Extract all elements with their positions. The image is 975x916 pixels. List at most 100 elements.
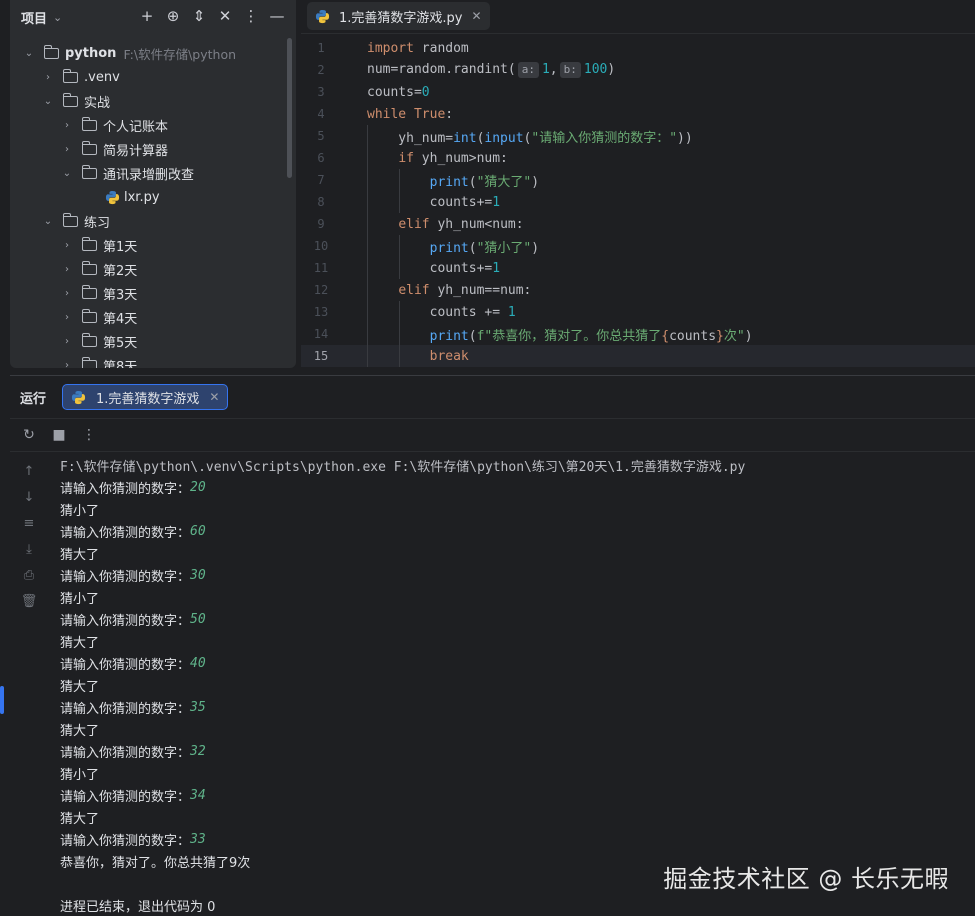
tree-item[interactable]: › 第2天 <box>10 257 296 281</box>
chevron-right-icon[interactable]: › <box>41 72 55 83</box>
chevron-right-icon[interactable]: › <box>60 312 74 323</box>
code-line: 13 counts += 1 <box>301 301 975 323</box>
tree-item[interactable]: › 第5天 <box>10 329 296 353</box>
console-line: 请输入你猜测的数字： 34 <box>60 784 975 806</box>
tree-item-label: lxr.py <box>124 189 160 205</box>
chevron-down-icon[interactable]: ⌄ <box>22 48 36 59</box>
project-tree: ⌄ python F:\软件存储\python › .venv ⌄ 实战 › 个人记账本 › 简易计… <box>10 41 296 368</box>
console-prompt: 请输入你猜测的数字： <box>60 833 191 849</box>
console-command: F:\软件存储\python\.venv\Scripts\python.exe … <box>60 459 746 475</box>
code-line: 12 elif yh_num==num: <box>301 279 975 301</box>
tree-scrollbar[interactable] <box>287 38 292 178</box>
watermark: 掘金技术社区 @ 长乐无暇 <box>663 865 949 893</box>
run-tab[interactable]: 1.完善猜数字游戏 ✕ <box>62 384 229 410</box>
tree-item-label: 第2天 <box>103 263 138 279</box>
trash-icon[interactable]: 🗑 <box>21 592 38 610</box>
chevron-down-icon[interactable]: ⌄ <box>60 168 74 179</box>
chevron-right-icon[interactable]: › <box>60 360 74 369</box>
tree-item[interactable]: › 个人记账本 <box>10 113 296 137</box>
run-title: 运行 <box>20 391 47 407</box>
tree-item[interactable]: › 第1天 <box>10 233 296 257</box>
console-line: 请输入你猜测的数字： 20 <box>60 476 975 498</box>
tree-item[interactable]: ⌄ 练习 <box>10 209 296 233</box>
console-line: 猜大了 <box>60 718 975 740</box>
scroll-to-end-icon[interactable]: ⤓ <box>21 540 37 558</box>
tree-item[interactable]: › .venv <box>10 65 296 89</box>
folder-icon <box>82 332 97 347</box>
tree-item-label: 第8天 <box>103 359 138 369</box>
project-title[interactable]: 项目 <box>21 8 47 27</box>
console-line: 请输入你猜测的数字： 30 <box>60 564 975 586</box>
locate-icon[interactable]: ⊕ <box>164 6 182 26</box>
python-file-icon <box>315 9 330 23</box>
scroll-down-icon[interactable]: ↓ <box>21 488 37 506</box>
chevron-right-icon[interactable]: › <box>60 264 74 275</box>
chevron-right-icon[interactable]: › <box>60 120 74 131</box>
folder-icon <box>63 212 78 227</box>
code-line: 14 print(f"恭喜你，猜对了。你总共猜了{counts}次") <box>301 323 975 345</box>
tree-item[interactable]: › 简易计算器 <box>10 137 296 161</box>
code-line: 7 print("猜大了") <box>301 169 975 191</box>
editor-tab-label: 1.完善猜数字游戏.py <box>339 10 463 26</box>
scroll-up-icon[interactable]: ↑ <box>21 462 37 480</box>
folder-icon <box>82 284 97 299</box>
console-output[interactable]: F:\软件存储\python\.venv\Scripts\python.exe … <box>60 454 975 916</box>
chevron-down-icon[interactable]: ⌄ <box>53 11 62 24</box>
tree-item[interactable]: ⌄ 通讯录增删改查 <box>10 161 296 185</box>
tree-item[interactable]: ⌄ 实战 <box>10 89 296 113</box>
console-result: 猜大了 <box>60 679 100 695</box>
print-icon[interactable]: ⎙ <box>21 566 37 584</box>
more-options-icon[interactable]: ⋮ <box>81 427 97 443</box>
tree-item[interactable]: › 第8天 <box>10 353 296 368</box>
run-tab-label: 1.完善猜数字游戏 <box>96 391 200 407</box>
chevron-right-icon[interactable]: › <box>60 144 74 155</box>
stop-icon[interactable]: ■ <box>51 427 67 443</box>
folder-icon <box>44 44 59 59</box>
more-options-icon[interactable]: ⋮ <box>242 6 260 26</box>
code-line: 5 yh_num=int(input("请输入你猜测的数字：")) <box>301 125 975 147</box>
collapse-all-icon[interactable]: ✕ <box>216 6 234 26</box>
console-result: 猜小了 <box>60 591 100 607</box>
run-panel: 运行 1.完善猜数字游戏 ✕ ↻ ■ ⋮ ↑ ↓ ≡ ⤓ ⎙ 🗑 F:\软件存储… <box>10 375 975 916</box>
expand-all-icon[interactable]: ⇕ <box>190 6 208 26</box>
project-panel: 项目 ⌄ + ⊕ ⇕ ✕ ⋮ — ⌄ python F:\软件存储\python ›.… <box>10 0 296 368</box>
console-user-input: 32 <box>190 743 206 759</box>
console-line: 猜大了 <box>60 630 975 652</box>
left-edge-indicator <box>0 686 4 714</box>
tree-item-label: 个人记账本 <box>103 119 169 135</box>
folder-icon <box>82 164 97 179</box>
tree-item-label: 第1天 <box>103 239 138 255</box>
close-icon[interactable]: ✕ <box>471 9 481 23</box>
console-user-input: 30 <box>190 567 206 583</box>
chevron-down-icon[interactable]: ⌄ <box>41 96 55 107</box>
minimize-icon[interactable]: — <box>268 6 286 26</box>
tree-item[interactable]: › 第4天 <box>10 305 296 329</box>
console-prompt: 请输入你猜测的数字： <box>60 657 191 673</box>
rerun-icon[interactable]: ↻ <box>21 427 37 443</box>
folder-icon <box>63 68 78 83</box>
console-user-input: 34 <box>190 787 206 803</box>
code-line: 10 print("猜小了") <box>301 235 975 257</box>
tree-item[interactable]: › 第3天 <box>10 281 296 305</box>
tree-item[interactable]: lxr.py <box>10 185 296 209</box>
tree-item-label: 简易计算器 <box>103 143 169 159</box>
chevron-right-icon[interactable]: › <box>60 240 74 251</box>
console-user-input: 40 <box>190 655 206 671</box>
tree-item[interactable]: ⌄ python F:\软件存储\python <box>10 41 296 65</box>
editor-tab[interactable]: 1.完善猜数字游戏.py ✕ <box>307 2 490 30</box>
console-prompt: 请输入你猜测的数字： <box>60 525 191 541</box>
run-toolbar: ↻ ■ ⋮ <box>10 418 975 452</box>
console-prompt: 请输入你猜测的数字： <box>60 569 191 585</box>
console-line: 请输入你猜测的数字： 32 <box>60 740 975 762</box>
code-area[interactable]: 1 import random 2 num=random.randint(a: 1, b… <box>301 37 975 367</box>
chevron-right-icon[interactable]: › <box>60 336 74 347</box>
console-user-input: 60 <box>190 523 206 539</box>
tree-item-label: 练习 <box>84 215 111 231</box>
close-icon[interactable]: ✕ <box>209 390 219 404</box>
chevron-down-icon[interactable]: ⌄ <box>41 216 55 227</box>
add-icon[interactable]: + <box>138 6 156 26</box>
soft-wrap-icon[interactable]: ≡ <box>21 514 37 532</box>
chevron-right-icon[interactable]: › <box>60 288 74 299</box>
console-prompt: 请输入你猜测的数字： <box>60 789 191 805</box>
console-result: 猜大了 <box>60 547 100 563</box>
